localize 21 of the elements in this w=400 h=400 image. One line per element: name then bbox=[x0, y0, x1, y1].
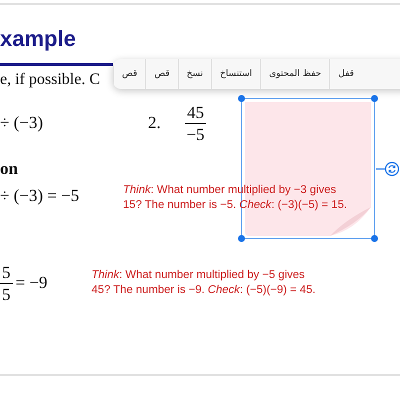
solution-equation: ÷ (−3) = −5 bbox=[0, 185, 80, 207]
menu-item[interactable]: نسخ bbox=[178, 59, 211, 89]
menu-item[interactable]: حفظ المحتوى bbox=[260, 59, 330, 89]
fraction: 45 −5 bbox=[185, 102, 206, 144]
slide-title: xample bbox=[0, 26, 76, 52]
menu-item[interactable]: استنساخ bbox=[211, 59, 260, 89]
solution-result: = −9 bbox=[16, 273, 48, 293]
resize-handle[interactable] bbox=[371, 95, 378, 102]
fraction: 5 5 bbox=[0, 262, 12, 304]
resize-handle[interactable] bbox=[238, 235, 245, 242]
menu-item[interactable]: قص bbox=[113, 59, 146, 89]
menu-item[interactable]: قص bbox=[145, 59, 178, 89]
instruction-text: e, if possible. C bbox=[0, 70, 100, 90]
menu-item[interactable]: قفل bbox=[329, 59, 362, 89]
section-heading: on bbox=[0, 159, 18, 179]
problem-expression: ÷ (−3) bbox=[0, 113, 44, 133]
problem-number: 2. bbox=[148, 113, 162, 133]
resize-handle[interactable] bbox=[238, 95, 245, 102]
explanation-text: Think: What number multiplied by −5 gives 45? The number is −9. Check: (−5)(−9) = 45. bbox=[92, 268, 316, 298]
rotate-handle-icon[interactable] bbox=[376, 161, 400, 177]
resize-handle[interactable] bbox=[371, 235, 378, 242]
